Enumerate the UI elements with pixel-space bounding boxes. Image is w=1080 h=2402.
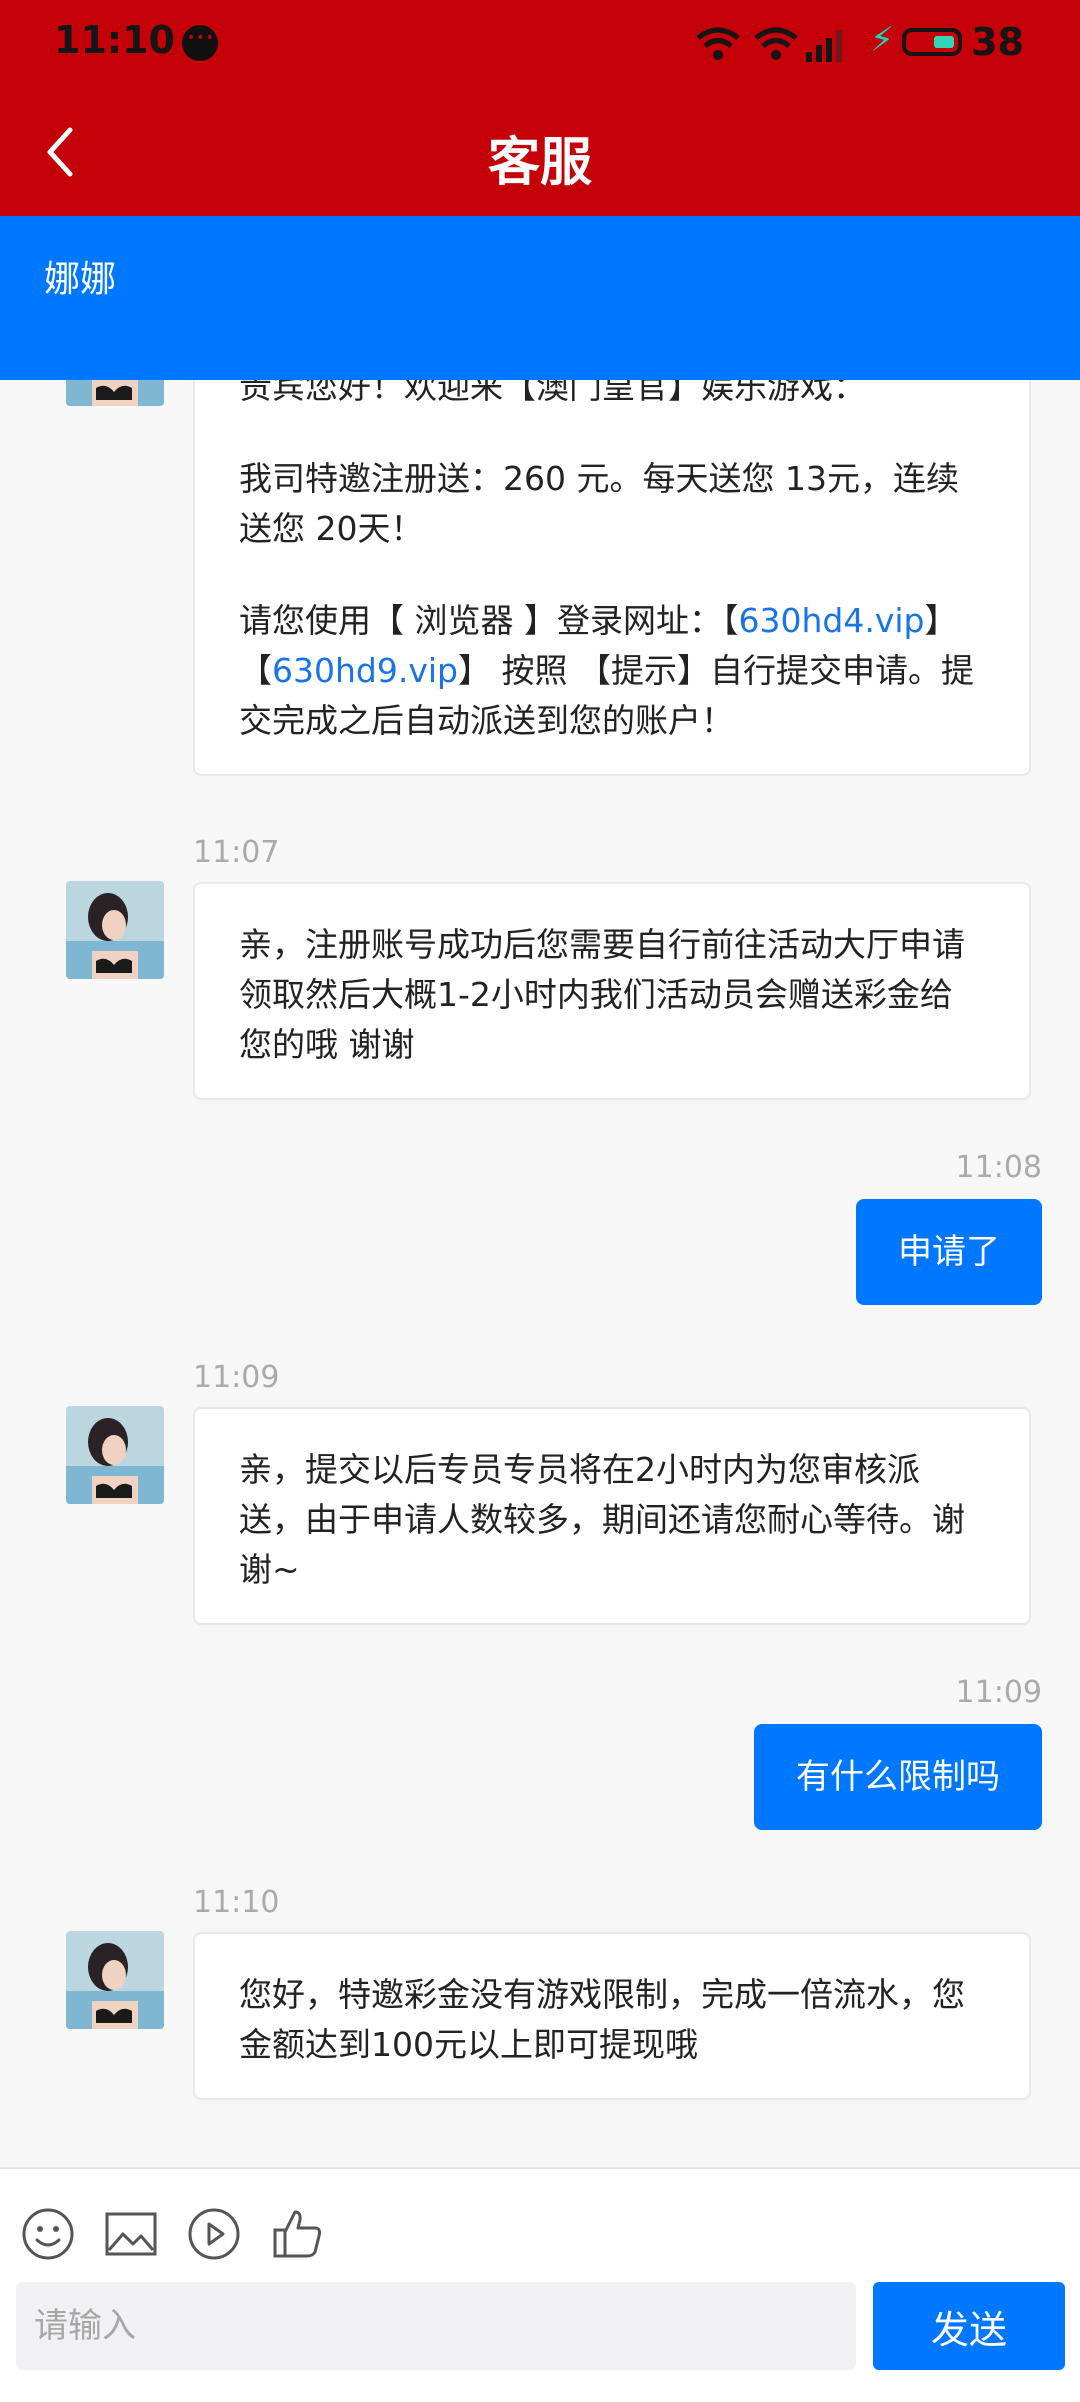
agent-avatar — [66, 380, 164, 406]
page-title: 客服 — [487, 133, 592, 193]
status-bar: 11:10 ⚡ 38 — [0, 0, 1080, 86]
agent-message: 亲，提交以后专员专员将在2小时内为您审核派送，由于申请人数较多，期间还请您耐心等… — [193, 1407, 1031, 1625]
status-icons: ⚡ 38 — [670, 16, 1080, 72]
message-notification-icon — [182, 25, 218, 61]
battery-icon — [902, 28, 962, 56]
message-text: 亲，注册账号成功后您需要自行前往活动大厅申请领取然后大概1-2小时内我们活动员会… — [239, 925, 965, 1064]
message-time: 11:07 — [193, 835, 280, 870]
cell-signal-icon — [806, 30, 842, 62]
wifi-icon-2 — [754, 27, 798, 60]
image-icon[interactable] — [103, 2206, 159, 2262]
agent-avatar — [66, 1406, 164, 1504]
video-icon[interactable] — [186, 2206, 242, 2262]
agent-bar: 娜娜 — [0, 216, 1080, 380]
message-text: 贵宾您好！欢迎来【澳门皇官】娱乐游戏： — [239, 380, 866, 406]
message-time: 11:09 — [955, 1675, 1042, 1710]
battery-level: 38 — [971, 20, 1024, 64]
message-text: 亲，提交以后专员专员将在2小时内为您审核派送，由于申请人数较多，期间还请您耐心等… — [239, 1450, 965, 1589]
message-time: 11:10 — [193, 1885, 280, 1920]
agent-message: 贵宾您好！欢迎来【澳门皇官】娱乐游戏： 我司特邀注册送：260 元。每天送您 1… — [193, 380, 1031, 776]
url-link[interactable]: 630hd9.vip — [272, 651, 458, 690]
user-message: 有什么限制吗 — [754, 1724, 1042, 1830]
message-time: 11:08 — [955, 1150, 1042, 1185]
chat-list[interactable]: 贵宾您好！欢迎来【澳门皇官】娱乐游戏： 我司特邀注册送：260 元。每天送您 1… — [0, 380, 1080, 2167]
agent-message: 亲，注册账号成功后您需要自行前往活动大厅申请领取然后大概1-2小时内我们活动员会… — [193, 882, 1031, 1100]
wifi-icon — [696, 27, 740, 60]
send-button[interactable]: 发送 — [873, 2282, 1065, 2370]
message-text: 您好，特邀彩金没有游戏限制，完成一倍流水，您金额达到100元以上即可提现哦 — [239, 1975, 965, 2064]
status-time: 11:10 — [54, 18, 175, 62]
agent-avatar — [66, 1931, 164, 2029]
url-link[interactable]: 630hd4.vip — [738, 601, 924, 640]
agent-avatar — [66, 881, 164, 979]
message-time: 11:09 — [193, 1360, 280, 1395]
user-message: 申请了 — [856, 1199, 1042, 1305]
agent-message: 您好，特邀彩金没有游戏限制，完成一倍流水，您金额达到100元以上即可提现哦 — [193, 1932, 1031, 2100]
nav-bar: 客服 — [0, 86, 1080, 216]
thumbs-up-icon[interactable] — [269, 2206, 325, 2262]
message-text: 我司特邀注册送：260 元。每天送您 13元，连续送您 20天！ — [239, 459, 959, 548]
emoji-icon[interactable] — [20, 2206, 76, 2262]
charging-icon: ⚡ — [870, 20, 894, 60]
agent-name: 娜娜 — [44, 259, 117, 300]
composer: 发送 — [0, 2167, 1080, 2402]
message-input[interactable] — [16, 2282, 856, 2370]
message-text: 请您使用【 浏览器 】登录网址：【630hd4.vip】【630hd9.vip】… — [239, 601, 974, 740]
